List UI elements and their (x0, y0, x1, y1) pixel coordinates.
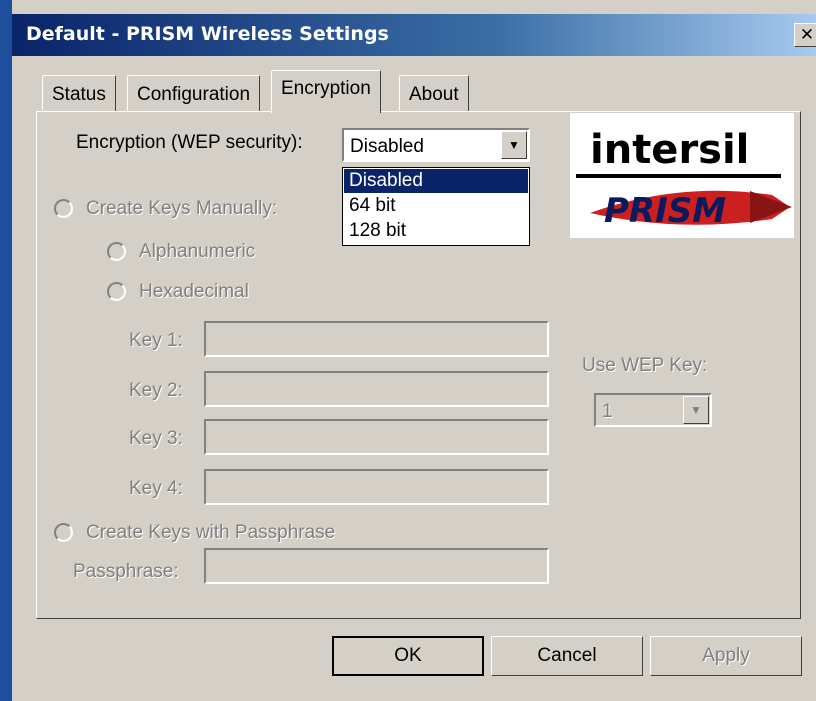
option-label: Disabled (349, 170, 423, 191)
tab-status[interactable]: Status (42, 75, 116, 111)
window-title: Default - PRISM Wireless Settings (26, 23, 389, 45)
apply-button-label: Apply (702, 645, 750, 666)
dropdown-option-64-bit[interactable]: 64 bit (344, 194, 528, 218)
option-label: 64 bit (349, 195, 396, 216)
dropdown-option-128-bit[interactable]: 128 bit (344, 219, 528, 243)
apply-button[interactable]: Apply (650, 636, 802, 676)
dropdown-option-disabled[interactable]: Disabled (344, 169, 528, 193)
ok-button-label: OK (394, 645, 422, 666)
tab-label: About (409, 84, 459, 105)
encryption-dropdown-list: Disabled 64 bit 128 bit (342, 167, 530, 246)
tab-about[interactable]: About (399, 75, 469, 111)
option-label: 128 bit (349, 220, 407, 241)
ok-button[interactable]: OK (332, 636, 484, 676)
dialog-window: Default - PRISM Wireless Settings ✕ Stat… (0, 0, 816, 701)
tab-configuration[interactable]: Configuration (127, 75, 261, 111)
close-button[interactable]: ✕ (794, 23, 816, 47)
tab-encryption[interactable]: Encryption (271, 70, 381, 113)
close-icon: ✕ (799, 25, 815, 45)
cancel-button[interactable]: Cancel (491, 636, 643, 676)
tab-label: Configuration (137, 84, 251, 105)
tab-label: Encryption (281, 78, 371, 99)
window-left-edge (0, 0, 12, 701)
cancel-button-label: Cancel (537, 645, 597, 666)
title-bar[interactable]: Default - PRISM Wireless Settings ✕ (12, 14, 816, 56)
tab-label: Status (52, 84, 106, 105)
